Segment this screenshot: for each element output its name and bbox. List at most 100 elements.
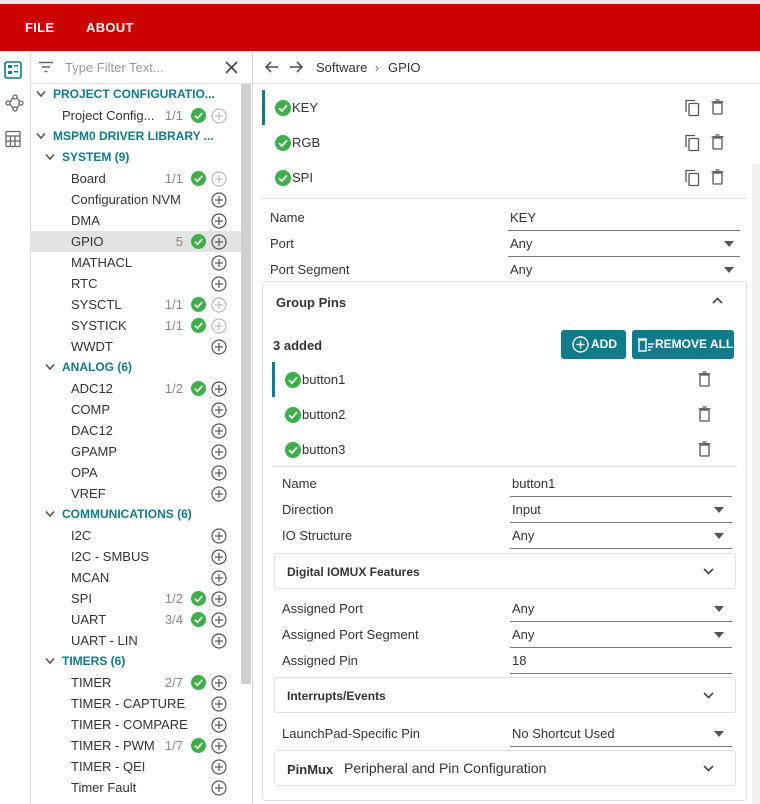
tree-category[interactable]: MSPM0 DRIVER LIBRARY ... bbox=[31, 126, 241, 147]
add-circle-icon[interactable] bbox=[211, 276, 227, 292]
add-circle-icon[interactable] bbox=[211, 591, 227, 607]
tree-category[interactable]: TIMERS (6) bbox=[31, 651, 241, 672]
tree-category[interactable]: COMMUNICATIONS (6) bbox=[31, 504, 241, 525]
tree-item-board[interactable]: Board 1/1 bbox=[31, 168, 241, 189]
copy-icon[interactable] bbox=[684, 169, 700, 187]
tree-item-timer-qei[interactable]: TIMER - QEI bbox=[31, 756, 241, 777]
tree-item-opa[interactable]: OPA bbox=[31, 462, 241, 483]
tree-item-adc12[interactable]: ADC12 1/2 bbox=[31, 378, 241, 399]
assigned-port-segment-select[interactable]: Any bbox=[512, 627, 534, 642]
dropdown-arrow-icon[interactable] bbox=[714, 507, 724, 513]
tree-item-sysctl[interactable]: SYSCTL 1/1 bbox=[31, 294, 241, 315]
add-circle-icon[interactable] bbox=[211, 612, 227, 628]
add-circle-icon[interactable] bbox=[211, 780, 227, 796]
tree-category[interactable]: PROJECT CONFIGURATIO... bbox=[31, 84, 241, 105]
dropdown-arrow-icon[interactable] bbox=[714, 632, 724, 638]
remove-all-button[interactable]: REMOVE ALL bbox=[632, 330, 734, 359]
add-circle-icon[interactable] bbox=[211, 234, 227, 250]
add-circle-icon[interactable] bbox=[211, 675, 227, 691]
add-circle-icon[interactable] bbox=[211, 633, 227, 649]
tree-item-gpamp[interactable]: GPAMP bbox=[31, 441, 241, 462]
sidebar-scrollbar[interactable] bbox=[241, 84, 251, 684]
pin-item[interactable]: button2 bbox=[272, 397, 727, 432]
tree-item-mathacl[interactable]: MATHACL bbox=[31, 252, 241, 273]
calculator-view-icon[interactable] bbox=[4, 130, 24, 150]
tree-item-wwdt[interactable]: WWDT bbox=[31, 336, 241, 357]
network-view-icon[interactable] bbox=[4, 93, 24, 113]
trash-icon[interactable] bbox=[711, 99, 724, 115]
tree-item-project-config[interactable]: Project Config... 1/1 bbox=[31, 105, 241, 126]
trash-icon[interactable] bbox=[698, 371, 711, 387]
tree-item-timer-capture[interactable]: TIMER - CAPTURE bbox=[31, 693, 241, 714]
tree-category[interactable]: ANALOG (6) bbox=[31, 357, 241, 378]
dropdown-arrow-icon[interactable] bbox=[724, 267, 734, 273]
interrupts-events-section[interactable]: Interrupts/Events bbox=[274, 677, 736, 713]
back-arrow-icon[interactable] bbox=[265, 60, 279, 74]
instance-item[interactable]: KEY bbox=[262, 90, 747, 125]
chevron-down-icon[interactable] bbox=[45, 153, 55, 161]
assigned-pin-field[interactable]: 18 bbox=[512, 653, 526, 668]
tree-item-timer-pwm[interactable]: TIMER - PWM 1/7 bbox=[31, 735, 241, 756]
forward-arrow-icon[interactable] bbox=[289, 60, 303, 74]
add-circle-icon[interactable] bbox=[211, 486, 227, 502]
tree-item-uart[interactable]: UART 3/4 bbox=[31, 609, 241, 630]
copy-icon[interactable] bbox=[684, 134, 700, 152]
pin-item[interactable]: button1 bbox=[272, 362, 727, 397]
filter-input[interactable] bbox=[65, 60, 215, 75]
add-circle-icon[interactable] bbox=[211, 339, 227, 355]
tree-item-uart-lin[interactable]: UART - LIN bbox=[31, 630, 241, 651]
clear-filter-icon[interactable] bbox=[225, 61, 238, 74]
menu-file[interactable]: FILE bbox=[25, 20, 54, 35]
tree-item-timer-compare[interactable]: TIMER - COMPARE bbox=[31, 714, 241, 735]
chevron-up-icon[interactable] bbox=[712, 297, 723, 304]
io-structure-select[interactable]: Any bbox=[512, 528, 534, 543]
copy-icon[interactable] bbox=[684, 99, 700, 117]
tree-item-timer-fault[interactable]: Timer Fault bbox=[31, 777, 241, 798]
port-select[interactable]: Any bbox=[510, 236, 532, 251]
add-circle-icon[interactable] bbox=[211, 570, 227, 586]
chevron-down-icon[interactable] bbox=[45, 510, 55, 518]
direction-select[interactable]: Input bbox=[512, 502, 541, 517]
instance-name-field[interactable]: KEY bbox=[510, 210, 536, 225]
tree-item-i2c[interactable]: I2C bbox=[31, 525, 241, 546]
chevron-down-icon[interactable] bbox=[45, 363, 55, 371]
add-pin-button[interactable]: ADD bbox=[561, 330, 626, 359]
group-pins-title[interactable]: Group Pins bbox=[276, 295, 346, 310]
pinmux-section[interactable]: PinMux Peripheral and Pin Configuration bbox=[274, 750, 736, 786]
tree-item-i2c-smbus[interactable]: I2C - SMBUS bbox=[31, 546, 241, 567]
dropdown-arrow-icon[interactable] bbox=[714, 606, 724, 612]
add-circle-icon[interactable] bbox=[211, 759, 227, 775]
pin-name-field[interactable]: button1 bbox=[512, 476, 555, 491]
tree-item-dac12[interactable]: DAC12 bbox=[31, 420, 241, 441]
trash-icon[interactable] bbox=[711, 169, 724, 185]
chevron-down-icon[interactable] bbox=[45, 657, 55, 665]
menu-about[interactable]: ABOUT bbox=[86, 20, 134, 35]
chevron-down-icon[interactable] bbox=[703, 692, 714, 699]
add-circle-icon[interactable] bbox=[211, 444, 227, 460]
instance-item[interactable]: SPI bbox=[262, 160, 747, 195]
tree-item-timer[interactable]: TIMER 2/7 bbox=[31, 672, 241, 693]
tree-item-mcan[interactable]: MCAN bbox=[31, 567, 241, 588]
chevron-down-icon[interactable] bbox=[36, 90, 46, 98]
add-circle-icon[interactable] bbox=[211, 717, 227, 733]
add-circle-icon[interactable] bbox=[211, 381, 227, 397]
add-circle-icon[interactable] bbox=[211, 192, 227, 208]
tree-item-systick[interactable]: SYSTICK 1/1 bbox=[31, 315, 241, 336]
port-segment-select[interactable]: Any bbox=[510, 262, 532, 277]
tree-category[interactable]: SYSTEM (9) bbox=[31, 147, 241, 168]
add-circle-icon[interactable] bbox=[211, 528, 227, 544]
main-scrollbar[interactable] bbox=[752, 164, 760, 804]
tree-item-vref[interactable]: VREF bbox=[31, 483, 241, 504]
tree-item-comp[interactable]: COMP bbox=[31, 399, 241, 420]
dropdown-arrow-icon[interactable] bbox=[714, 731, 724, 737]
add-circle-icon[interactable] bbox=[211, 738, 227, 754]
trash-icon[interactable] bbox=[698, 441, 711, 457]
launchpad-pin-select[interactable]: No Shortcut Used bbox=[512, 726, 615, 741]
add-circle-icon[interactable] bbox=[211, 465, 227, 481]
pin-item[interactable]: button3 bbox=[272, 432, 727, 467]
tree-item-gpio[interactable]: GPIO 5 bbox=[31, 231, 241, 252]
chevron-down-icon[interactable] bbox=[36, 132, 46, 140]
add-circle-icon[interactable] bbox=[211, 549, 227, 565]
trash-icon[interactable] bbox=[711, 134, 724, 150]
trash-icon[interactable] bbox=[698, 406, 711, 422]
